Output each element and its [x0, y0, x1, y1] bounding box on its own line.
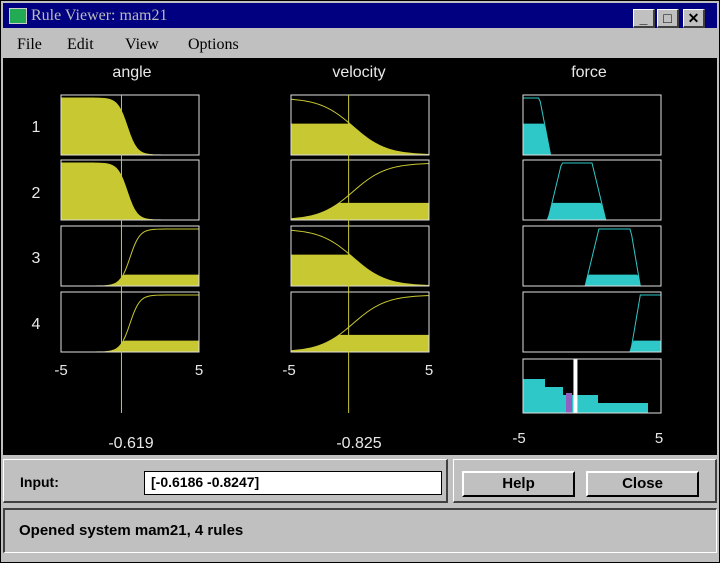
velocity-axis-min: -5 — [282, 362, 295, 379]
velocity-axis-max: 5 — [425, 362, 433, 379]
input-label: Input: — [20, 474, 59, 490]
aggregate-output-plot — [522, 358, 662, 414]
force-rule-plots — [522, 94, 662, 353]
rule-viewer-window: Rule Viewer: mam21 _ □ ✕ File Edit View … — [0, 0, 720, 563]
angle-value-label: -0.619 — [108, 435, 153, 452]
force-rule-4-fill — [523, 340, 661, 352]
velocity-rule-1-fill — [291, 123, 429, 155]
velocity-rule-3-fill — [291, 254, 429, 286]
close-window-button[interactable]: ✕ — [683, 9, 705, 28]
rule-number-4: 4 — [32, 316, 41, 333]
status-text: Opened system mam21, 4 rules — [19, 522, 244, 539]
menu-edit[interactable]: Edit — [67, 36, 94, 54]
buttons-panel: Help Close — [453, 459, 717, 503]
title-bar: Rule Viewer: mam21 _ □ ✕ — [3, 3, 717, 28]
angle-header: angle — [112, 64, 151, 81]
rule-plot-area: angle velocity force 1 2 3 4 -5 5 -5 5 -… — [3, 58, 717, 455]
app-icon — [9, 8, 27, 24]
angle-axis-min: -5 — [54, 362, 67, 379]
aggregate-fill — [523, 379, 648, 413]
velocity-rule-plots[interactable] — [290, 94, 430, 353]
status-bar: Opened system mam21, 4 rules — [3, 508, 717, 553]
angle-rule-2-fill — [61, 163, 199, 220]
menu-bar: File Edit View Options — [3, 33, 717, 57]
rule-number-1: 1 — [32, 119, 41, 136]
rule-number-3: 3 — [32, 250, 41, 267]
velocity-rule-2-fill — [291, 202, 429, 220]
window-title: Rule Viewer: mam21 — [31, 7, 168, 24]
rule-number-2: 2 — [32, 185, 41, 202]
angle-rule-plots[interactable] — [60, 94, 200, 353]
menu-options[interactable]: Options — [188, 36, 239, 54]
angle-rule-3-fill — [61, 274, 199, 286]
angle-rule-1-fill — [61, 98, 199, 155]
angle-axis-max: 5 — [195, 362, 203, 379]
minimize-button[interactable]: _ — [633, 9, 655, 28]
rule-viewer-plot: angle velocity force 1 2 3 4 -5 5 -5 5 -… — [32, 64, 664, 452]
maximize-button[interactable]: □ — [657, 9, 679, 28]
force-rule-1-fill — [523, 123, 661, 155]
aggregate-accent-band — [566, 393, 572, 413]
velocity-value-label: -0.825 — [336, 435, 381, 452]
input-field[interactable]: [-0.6186 -0.8247] — [144, 471, 442, 495]
close-button[interactable]: Close — [586, 471, 699, 497]
force-header: force — [571, 64, 607, 81]
velocity-rule-4-fill — [291, 334, 429, 352]
menu-view[interactable]: View — [125, 36, 159, 54]
force-axis-min: -5 — [512, 430, 525, 447]
menu-file[interactable]: File — [17, 36, 42, 54]
input-panel: Input: [-0.6186 -0.8247] — [3, 459, 448, 503]
angle-rule-4-fill — [61, 340, 199, 352]
force-rule-2-fill — [523, 202, 661, 220]
force-axis-max: 5 — [655, 430, 663, 447]
velocity-header: velocity — [332, 64, 385, 81]
help-button[interactable]: Help — [462, 471, 575, 497]
